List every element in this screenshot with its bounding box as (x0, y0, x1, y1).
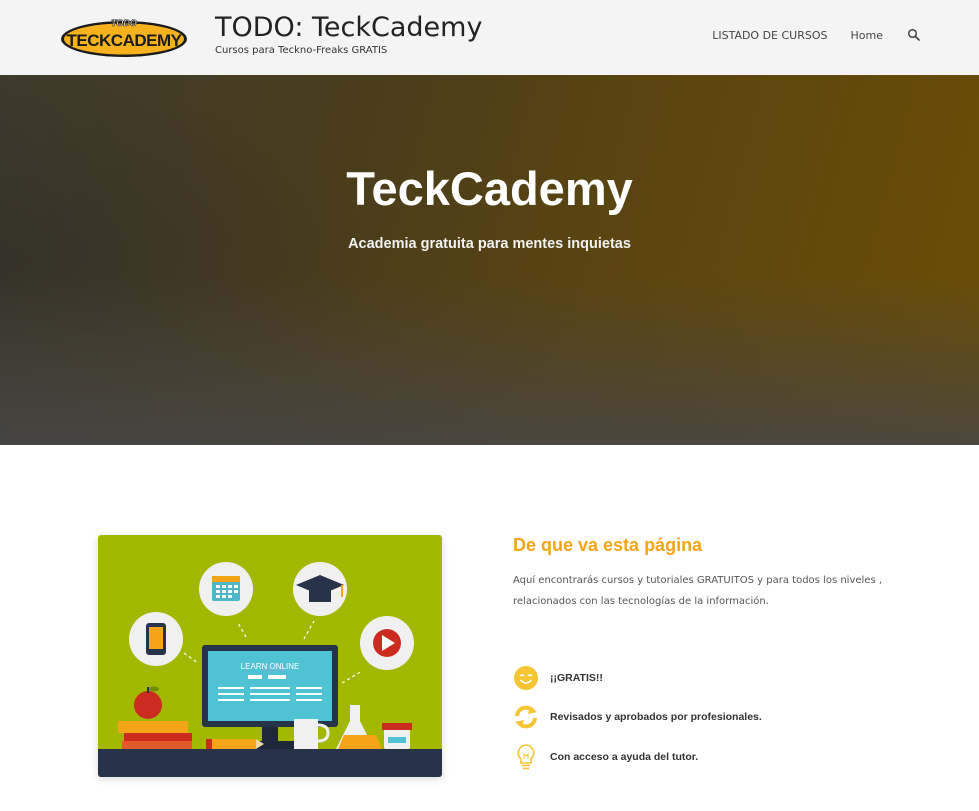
hero-subtitle: Academia gratuita para mentes inquietas (348, 236, 631, 252)
svg-text:TECKCADEMY: TECKCADEMY (67, 31, 183, 50)
about-description: Aquí encontrarás cursos y tutoriales GRA… (513, 575, 883, 607)
svg-text:TODO: TODO (111, 18, 137, 28)
feature-label: ¡¡GRATIS!! (550, 672, 603, 684)
hero-banner: TeckCademy Academia gratuita para mentes… (0, 75, 979, 445)
main-nav: LISTADO DE CURSOS Home (689, 28, 921, 42)
site-logo[interactable]: TODO TECKCADEMY (60, 15, 188, 59)
about-title: De que va esta página (513, 535, 703, 555)
site-title[interactable]: TODO: TeckCademy (215, 12, 482, 43)
lightbulb-icon (512, 743, 540, 771)
logo-graphic: TODO TECKCADEMY (61, 18, 187, 57)
site-tagline: Cursos para Teckno-Freaks GRATIS (215, 45, 388, 56)
nav-item-home[interactable]: Home (851, 29, 883, 42)
screen-text: LEARN ONLINE (241, 662, 300, 671)
refresh-icon (512, 703, 540, 731)
feature-label: Con acceso a ayuda del tutor. (550, 751, 699, 763)
feature-item-revisados: Revisados y aprobados por profesionales. (512, 703, 762, 731)
nav-item-listado-cursos[interactable]: LISTADO DE CURSOS (712, 29, 827, 42)
site-header: TODO TECKCADEMY TODO: TeckCademy Cursos … (0, 0, 979, 75)
feature-item-tutor: Con acceso a ayuda del tutor. (512, 743, 698, 771)
feature-item-gratis: ¡¡GRATIS!! (512, 664, 603, 692)
feature-label: Revisados y aprobados por profesionales. (550, 711, 762, 723)
search-icon[interactable] (907, 28, 921, 42)
hero-title: TeckCademy (346, 162, 633, 215)
smiley-icon (512, 664, 540, 692)
learn-online-illustration: LEARN ONLINE (98, 535, 442, 777)
